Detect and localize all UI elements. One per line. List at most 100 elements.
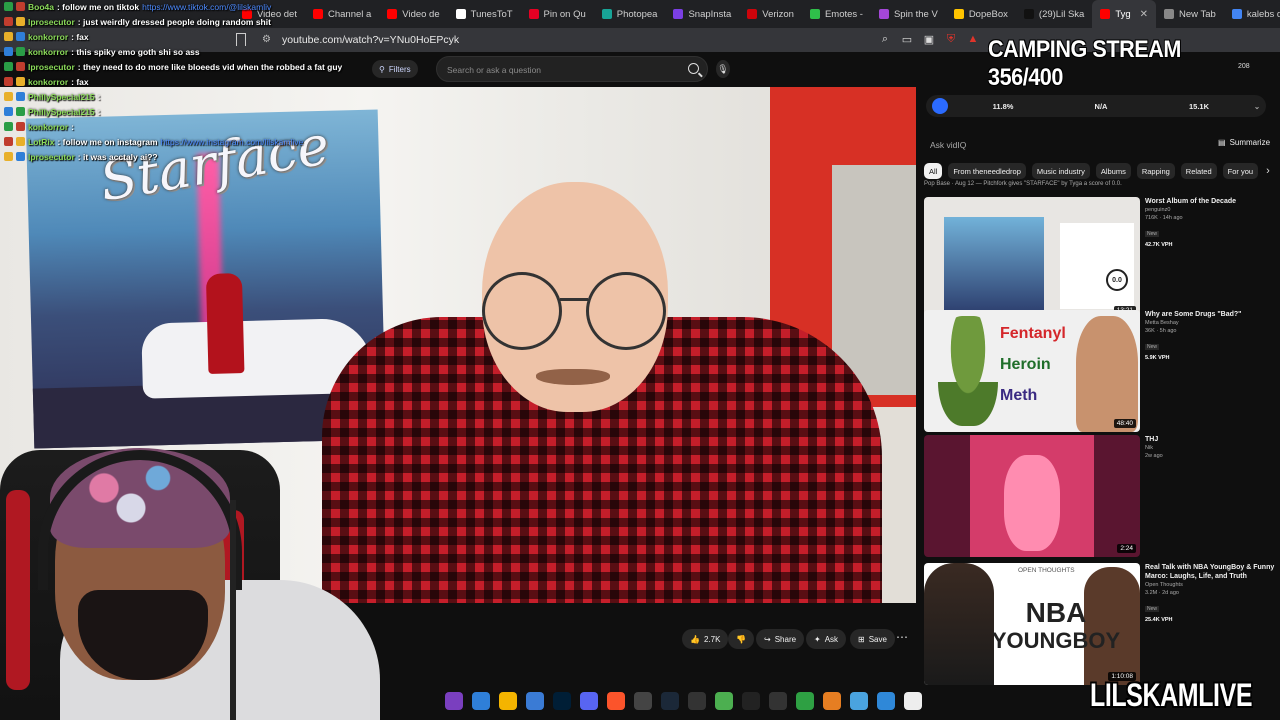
chat-username[interactable]: Boo4a (28, 2, 54, 12)
chat-username[interactable]: PhillySpecial215 (28, 107, 95, 117)
chat-link[interactable]: https://www.instagram.com/lilskamlive (161, 137, 304, 147)
video-thumbnail[interactable]: 2:24 (924, 435, 1140, 557)
browser-tab[interactable]: (29)Lil Ska (1016, 0, 1092, 28)
channel-name[interactable]: Open Thoughts (1145, 581, 1275, 589)
chat-username[interactable]: PhillySpecial215 (28, 92, 95, 102)
cast-icon[interactable]: ▭ (900, 32, 914, 46)
chevron-right-icon[interactable]: › (1266, 165, 1270, 177)
video-thumbnail[interactable]: 0.0 13:21 (924, 197, 1140, 319)
thumb-word: YOUNGBOY (991, 628, 1121, 653)
share-icon: ↪ (764, 634, 771, 644)
app-icon-9[interactable] (877, 692, 895, 710)
app-icon-3[interactable] (715, 692, 733, 710)
chat-link[interactable]: https://www.tiktok.com/@lilskamliv (142, 2, 271, 12)
chat-message: konkorror: this spiky emo goth shi so as… (4, 45, 200, 58)
ask-button[interactable]: ✦ Ask (806, 629, 847, 649)
chat-username[interactable]: konkorror (28, 77, 68, 87)
close-tab-icon[interactable]: ✕ (1140, 9, 1148, 20)
browser-tab[interactable]: Pin on Qu (521, 0, 594, 28)
chat-badge-icon (4, 62, 13, 71)
share-button[interactable]: ↪ Share (756, 629, 805, 649)
app-icon-8[interactable] (850, 692, 868, 710)
browser-tab[interactable]: Tyg ✕ (1092, 0, 1157, 28)
save-button[interactable]: ⊞ Save (850, 629, 895, 649)
chat-message: lprosecutor: just weirdly dressed people… (4, 15, 271, 28)
vidiq-stats-bar[interactable]: 11.8% N/A 15.1K ⌄ (926, 95, 1266, 117)
chat-username[interactable]: konkorror (28, 122, 68, 132)
app-icon-2[interactable] (688, 692, 706, 710)
channel-name[interactable]: penguinz0 (1145, 206, 1275, 214)
search-icon[interactable] (688, 63, 699, 74)
thumbs-up-icon: 👍 (690, 634, 700, 644)
vph-stat: 25.4K VPH (1145, 617, 1173, 623)
chat-badge-icon (4, 152, 13, 161)
chat-username[interactable]: konkorror (28, 47, 68, 57)
filter-chip[interactable]: From theneedledrop (948, 163, 1026, 179)
obs-icon[interactable] (634, 692, 652, 710)
filter-chip[interactable]: Rapping (1136, 163, 1175, 179)
video-thumbnail[interactable]: OPEN THOUGHTS NBA YOUNGBOY 1:10:08 (924, 563, 1140, 685)
alert-icon[interactable]: ▲ (966, 32, 980, 46)
recommended-video[interactable]: 2:24 THJ Nik 2w ago (924, 435, 1274, 557)
summarize-button[interactable]: ▤ Summarize (1218, 138, 1270, 147)
chat-username[interactable]: LotRix (28, 137, 54, 147)
like-button[interactable]: 👍 2.7K (682, 629, 729, 649)
video-title[interactable]: THJ (1145, 435, 1275, 444)
steam-icon[interactable] (661, 692, 679, 710)
dislike-button[interactable]: 👎 (728, 629, 754, 649)
video-thumbnail[interactable]: Fentanyl Heroin Meth 48:40 (924, 310, 1140, 432)
recommended-video[interactable]: OPEN THOUGHTS NBA YOUNGBOY 1:10:08 Real … (924, 563, 1274, 685)
app-icon-6[interactable] (796, 692, 814, 710)
shield-icon[interactable]: ⛨ (944, 32, 958, 46)
voice-search-icon[interactable]: 🎙 (716, 60, 730, 78)
notepad-icon[interactable] (904, 692, 922, 710)
store-icon[interactable] (526, 692, 544, 710)
filter-chip[interactable]: Albums (1095, 163, 1131, 179)
browser-tab[interactable]: Video de (379, 0, 447, 28)
streamer-brand: LILSKAMLIVE (1090, 677, 1253, 713)
chat-username[interactable]: lprosecutor (28, 62, 75, 72)
photoshop-icon[interactable] (553, 692, 571, 710)
browser-tab[interactable]: kalebs dr (1224, 0, 1280, 28)
video-title[interactable]: Real Talk with NBA YoungBoy & Funny Marc… (1145, 563, 1275, 581)
browser-tab[interactable]: New Tab (1156, 0, 1224, 28)
video-title[interactable]: Worst Album of the Decade (1145, 197, 1275, 206)
browser-tab[interactable]: Verizon (739, 0, 802, 28)
channel-name[interactable]: Metta Beshay (1145, 319, 1275, 327)
filter-chip[interactable]: Music industry (1031, 163, 1090, 179)
folder-icon[interactable] (499, 692, 517, 710)
browser-tab[interactable]: Emotes - (802, 0, 871, 28)
browser-tab[interactable]: SnapInsta (665, 0, 739, 28)
recommended-video[interactable]: Fentanyl Heroin Meth 48:40 Why are Some … (924, 310, 1274, 432)
chat-badge-icon (16, 17, 25, 26)
search-input[interactable]: Search or ask a question (436, 56, 708, 82)
more-actions-icon[interactable]: ⋯ (896, 630, 908, 644)
filter-chip[interactable]: Related (1180, 163, 1217, 179)
discord-icon[interactable] (580, 692, 598, 710)
zoom-icon[interactable]: ⌕ (878, 32, 892, 46)
extension-icon[interactable]: ▣ (922, 32, 936, 46)
video-title[interactable]: Why are Some Drugs "Bad?" (1145, 310, 1275, 319)
chat-username[interactable]: lprosecutor (28, 152, 75, 162)
app-icon-4[interactable] (742, 692, 760, 710)
browser-tab[interactable]: Photopea (594, 0, 666, 28)
chat-message: lprosecutor: they need to do more like b… (4, 60, 342, 73)
ask-vidiq-input[interactable]: Ask vidIQ (930, 140, 966, 150)
app-icon-7[interactable] (823, 692, 841, 710)
filters-button[interactable]: ⚲ Filters (372, 60, 418, 78)
browser-tab[interactable]: TunesToT (448, 0, 521, 28)
channel-name[interactable]: Nik (1145, 444, 1275, 452)
video-views: 36K · 5h ago (1145, 328, 1177, 334)
copilot-icon[interactable] (472, 692, 490, 710)
browser-tab[interactable]: Spin the V (871, 0, 946, 28)
filter-chip[interactable]: All (924, 163, 943, 179)
filter-chip[interactable]: For you (1222, 163, 1259, 179)
chevron-down-icon[interactable]: ⌄ (1248, 102, 1266, 111)
browser-tab[interactable]: DopeBox (946, 0, 1016, 28)
chat-username[interactable]: konkorror (28, 32, 68, 42)
app-icon-5[interactable] (769, 692, 787, 710)
app-icon[interactable] (445, 692, 463, 710)
recommended-video[interactable]: 0.0 13:21 Pop Base · Aug 12 — Pitchfork … (924, 181, 1275, 319)
chat-username[interactable]: lprosecutor (28, 17, 75, 27)
brave-icon[interactable] (607, 692, 625, 710)
